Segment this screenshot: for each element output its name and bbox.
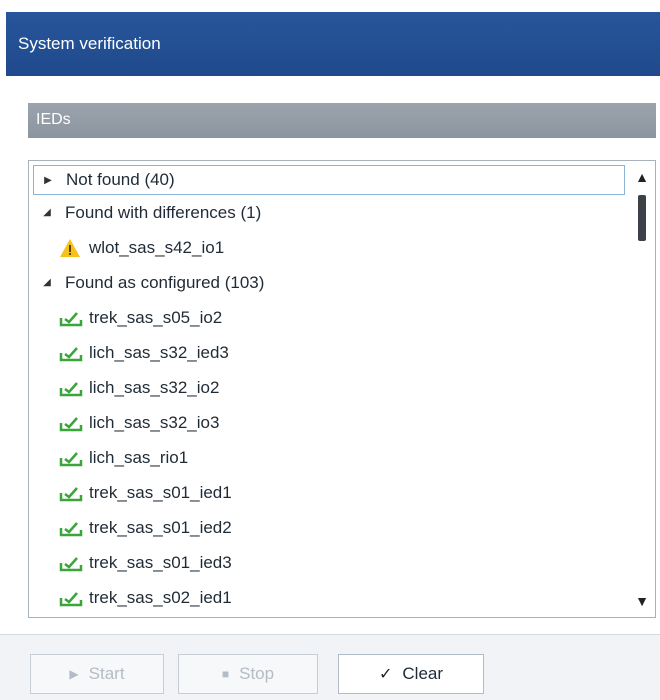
warning-icon: [59, 238, 83, 258]
scroll-up-arrow-icon[interactable]: ▲: [633, 169, 651, 185]
footer-toolbar: ▶ Start ■ Stop ✓ Clear: [0, 634, 660, 700]
stop-button[interactable]: ■ Stop: [178, 654, 318, 694]
tree-group[interactable]: ▶ Not found (40): [33, 165, 625, 195]
scroll-down-arrow-icon[interactable]: ▼: [633, 593, 651, 609]
tree-item-label: wlot_sas_s42_io1: [89, 237, 225, 257]
tree-item[interactable]: trek_sas_s01_ied2: [29, 510, 629, 545]
tree-item[interactable]: lich_sas_s32_ied3: [29, 335, 629, 370]
tree-item-label: lich_sas_s32_ied3: [89, 342, 229, 362]
check-device-icon: [59, 413, 83, 433]
collapse-arrow-icon[interactable]: ◢: [39, 207, 55, 218]
tree-item-label: lich_sas_s32_io3: [89, 412, 220, 432]
ieds-section-header: IEDs: [28, 103, 656, 138]
check-device-icon: [59, 553, 83, 573]
tree-item[interactable]: trek_sas_s01_ied1: [29, 475, 629, 510]
tree-item-label: trek_sas_s01_ied3: [89, 552, 232, 572]
tree-item[interactable]: wlot_sas_s42_io1: [29, 230, 629, 265]
tree-group-label: Not found (40): [66, 170, 175, 189]
start-button[interactable]: ▶ Start: [30, 654, 164, 694]
tree-group[interactable]: ◢ Found with differences (1): [29, 195, 629, 230]
clear-check-icon: ✓: [378, 666, 393, 683]
tree-item-label: trek_sas_s05_io2: [89, 307, 223, 327]
clear-button-label: Clear: [402, 664, 444, 683]
collapse-arrow-icon[interactable]: ◢: [39, 277, 55, 288]
tree-group[interactable]: ◢ Found as configured (103): [29, 265, 629, 300]
tree-item[interactable]: lich_sas_s32_io3: [29, 405, 629, 440]
tree-item[interactable]: lich_sas_s32_io2: [29, 370, 629, 405]
tree-group-label: Found with differences (1): [65, 202, 262, 222]
check-device-icon: [59, 378, 83, 398]
stop-icon: ■: [221, 667, 230, 681]
scroll-thumb[interactable]: [638, 195, 646, 241]
tree-group-label: Found as configured (103): [65, 272, 265, 292]
tree-item[interactable]: trek_sas_s05_io2: [29, 300, 629, 335]
tree-item-label: lich_sas_s32_io2: [89, 377, 220, 397]
check-device-icon: [59, 448, 83, 468]
tree-item[interactable]: trek_sas_s02_ied1: [29, 580, 629, 615]
start-button-label: Start: [88, 664, 125, 683]
window-title: System verification: [18, 34, 161, 53]
expand-arrow-icon[interactable]: ▶: [40, 175, 56, 186]
vertical-scrollbar[interactable]: ▲ ▼: [629, 161, 655, 617]
check-device-icon: [59, 308, 83, 328]
tree-item-label: lich_sas_rio1: [89, 447, 189, 467]
section-title: IEDs: [36, 111, 71, 128]
check-device-icon: [59, 483, 83, 503]
play-icon: ▶: [69, 667, 79, 681]
tree-item[interactable]: trek_sas_s01_ied3: [29, 545, 629, 580]
ied-tree-panel: ▶ Not found (40) ◢ Found with differences (…: [28, 160, 656, 618]
system-verification-window: System verification IEDs ▶ Not found (40)…: [0, 0, 660, 700]
title-bar: System verification: [6, 12, 660, 76]
ied-tree: ▶ Not found (40) ◢ Found with differences (…: [29, 161, 629, 617]
tree-item-label: trek_sas_s02_ied1: [89, 587, 232, 607]
tree-item-label: trek_sas_s01_ied1: [89, 482, 232, 502]
check-device-icon: [59, 343, 83, 363]
stop-button-label: Stop: [239, 664, 275, 683]
clear-button[interactable]: ✓ Clear: [338, 654, 484, 694]
tree-item-label: trek_sas_s01_ied2: [89, 517, 232, 537]
check-device-icon: [59, 588, 83, 608]
check-device-icon: [59, 518, 83, 538]
tree-item[interactable]: lich_sas_rio1: [29, 440, 629, 475]
